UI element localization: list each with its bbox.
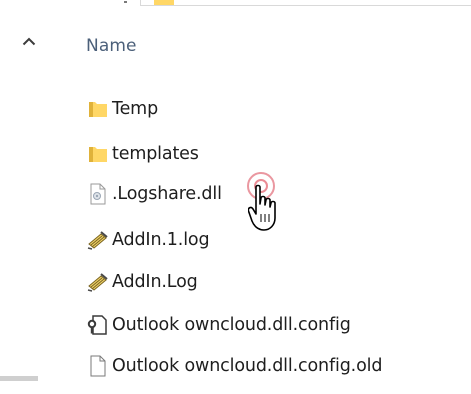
recent-locations-dropdown[interactable] [124, 1, 127, 3]
list-item[interactable]: Temp [86, 93, 471, 125]
blank-file-icon [86, 354, 110, 378]
file-name: AddIn.Log [112, 272, 198, 292]
file-name: Temp [112, 99, 159, 119]
file-name: Outlook owncloud.dll.config.old [112, 356, 383, 376]
folder-icon [86, 97, 110, 121]
address-bar[interactable] [140, 0, 471, 6]
list-item[interactable]: Outlook owncloud.dll.config [86, 309, 471, 341]
log-file-icon [86, 228, 110, 252]
dll-file-icon [86, 182, 110, 206]
config-file-icon [86, 313, 110, 337]
navigation-scrollbar[interactable] [0, 376, 38, 381]
chevron-up-icon[interactable] [18, 30, 40, 52]
hand-pointer-cursor-icon [248, 184, 276, 231]
folder-icon [86, 142, 110, 166]
file-name: Outlook owncloud.dll.config [112, 315, 351, 335]
file-name: templates [112, 144, 199, 164]
file-name: AddIn.1.log [112, 230, 210, 250]
list-item[interactable]: templates [86, 138, 471, 170]
name-column-header[interactable]: Name [86, 36, 137, 56]
list-item[interactable]: AddIn.Log [86, 266, 471, 298]
file-name: .Logshare.dll [112, 184, 222, 204]
list-item[interactable]: Outlook owncloud.dll.config.old [86, 350, 471, 382]
log-file-icon [86, 270, 110, 294]
address-folder-icon [154, 0, 174, 5]
navigation-pane [0, 0, 67, 394]
